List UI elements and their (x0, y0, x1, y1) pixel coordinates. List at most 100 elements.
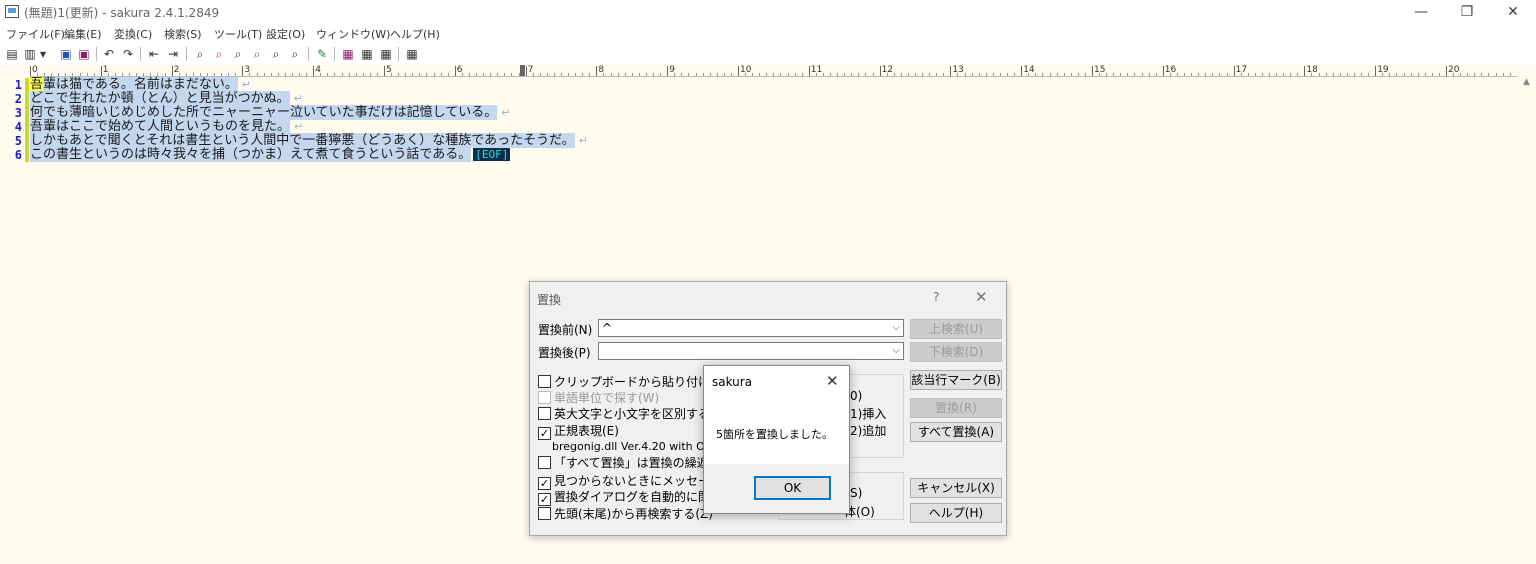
save-icon[interactable]: ▣ (58, 46, 74, 62)
search-down-button[interactable]: 下検索(D) (910, 342, 1002, 362)
ruler-minor-tick (1007, 73, 1009, 76)
menu-convert[interactable]: 変換(C) (114, 26, 152, 42)
text-line[interactable]: この書生というのは時々我々を捕（つかま）えて煮て食うという話である。 [EOF] (30, 147, 588, 162)
text-line[interactable]: 吾輩はここで始めて人間というものを見た。 ↵ (30, 119, 588, 134)
ruler-minor-tick (405, 73, 407, 76)
checkbox-box[interactable] (538, 375, 551, 388)
column-ruler[interactable]: 0 1 2 3 4 5 6 7 8 9 10 11 12 13 14 15 16 17 18 19 20 (30, 65, 1518, 77)
checkbox-box[interactable] (538, 507, 551, 520)
save-all-icon[interactable]: ▣ (76, 46, 92, 62)
ruler-minor-tick (320, 73, 322, 76)
new-file-icon[interactable]: ▤ (4, 46, 20, 62)
checkbox-box[interactable] (538, 456, 551, 469)
menu-settings[interactable]: 設定(O) (266, 26, 305, 42)
check-icon[interactable]: ✓ (538, 477, 551, 490)
ruler-minor-tick (122, 73, 124, 76)
menu-file[interactable]: ファイル(F) (6, 26, 65, 42)
ruler-minor-tick (865, 73, 867, 76)
ruler-minor-tick (412, 73, 414, 76)
search-up-button[interactable]: 上検索(U) (910, 319, 1002, 339)
outline-icon[interactable]: ▦ (340, 46, 356, 62)
grep-icon[interactable]: ⌕ (268, 46, 284, 62)
menu-tools[interactable]: ツール(T) (214, 26, 262, 42)
restore-button[interactable]: ❐ (1444, 0, 1490, 24)
chevron-down-icon[interactable]: ⌵ (892, 320, 900, 336)
replace-icon[interactable]: ⌕ (249, 46, 265, 62)
text-line[interactable]: どこで生れたか頓（とん）と見当がつかぬ。 ↵ (30, 91, 588, 106)
ruler-major-tick (808, 66, 810, 76)
chevron-down-icon[interactable]: ⌵ (892, 343, 900, 359)
ok-button[interactable]: OK (754, 476, 831, 500)
ruler-minor-tick (971, 73, 973, 76)
menu-window[interactable]: ウィンドウ(W) (316, 26, 390, 42)
option-partial-s[interactable]: S) (850, 486, 862, 500)
cancel-button[interactable]: キャンセル(X) (910, 478, 1002, 498)
whole-word-checkbox[interactable]: 単語単位で探す(W) (538, 391, 659, 405)
ruler-minor-tick (1318, 73, 1320, 76)
find-prev-icon[interactable]: ⌕ (230, 46, 246, 62)
ruler-major-tick (100, 66, 102, 76)
mark-icon[interactable]: ✎ (314, 46, 330, 62)
replace-all-repeat-checkbox[interactable]: 「すべて置換」は置換の繰返し (538, 456, 721, 470)
check-icon[interactable]: ✓ (538, 427, 551, 440)
scroll-up-icon[interactable]: ▲ (1523, 77, 1530, 87)
redo-icon[interactable]: ↷ (120, 46, 136, 62)
checkbox-box[interactable] (538, 391, 551, 404)
paste-from-clipboard-checkbox[interactable]: クリップボードから貼り付ける( (538, 375, 727, 389)
undo-icon[interactable]: ↶ (101, 46, 117, 62)
ruler-minor-tick (1325, 73, 1327, 76)
ruler-minor-tick (589, 73, 591, 76)
menu-edit[interactable]: 編集(E) (64, 26, 102, 42)
regex-checkbox[interactable]: ✓ 正規表現(E) (538, 424, 619, 440)
ruler-minor-tick (1453, 73, 1455, 76)
text-line[interactable]: 吾輩は猫である。名前はまだない。 ↵ (30, 77, 588, 92)
bookmark-icon[interactable]: ▦ (378, 46, 394, 62)
help-button[interactable]: ヘルプ(H) (910, 503, 1002, 523)
ruler-minor-tick (985, 73, 987, 76)
replace-after-input[interactable]: ⌵ (598, 342, 904, 360)
checkbox-label: 置換ダイアログを自動的に閉 (554, 490, 711, 504)
text-line[interactable]: しかもあとで聞くとそれは書生という人間中で一番獰悪（どうあく）な種族であったそう… (30, 133, 588, 148)
jump-forward-icon[interactable]: ⇥ (165, 46, 181, 62)
compare-icon[interactable]: ▦ (359, 46, 375, 62)
help-icon[interactable]: ? (933, 290, 939, 304)
vertical-scrollbar[interactable]: ▲ (1519, 65, 1536, 564)
menu-help[interactable]: ヘルプ(H) (390, 26, 440, 42)
toolbar-separator (334, 47, 335, 61)
text-content[interactable]: 吾輩は猫である。名前はまだない。 ↵ どこで生れたか頓（とん）と見当がつかぬ。 ↵ … (30, 77, 588, 162)
ruler-minor-tick (136, 73, 138, 76)
open-file-icon[interactable]: ▥ (22, 46, 38, 62)
replace-before-input[interactable]: ^ ⌵ (598, 319, 904, 337)
jump-back-icon[interactable]: ⇤ (146, 46, 162, 62)
option-partial-insert[interactable]: 1)挿入 (850, 405, 886, 422)
mark-lines-button[interactable]: 該当行マーク(B) (910, 370, 1002, 390)
replace-button[interactable]: 置換(R) (910, 398, 1002, 418)
close-icon[interactable]: ✕ (826, 372, 839, 390)
option-partial-add[interactable]: 2)追加 (850, 422, 886, 439)
settings-icon[interactable]: ▦ (404, 46, 420, 62)
find-next-icon[interactable]: ⌕ (211, 46, 227, 62)
not-found-message-checkbox[interactable]: ✓ 見つからないときにメッセージ (538, 474, 722, 490)
auto-close-dialog-checkbox[interactable]: ✓ 置換ダイアログを自動的に閉 (538, 490, 710, 506)
text-line[interactable]: 何でも薄暗いじめじめした所でニャーニャー泣いていた事だけは記憶している。 ↵ (30, 105, 588, 120)
checkbox-box[interactable] (538, 407, 551, 420)
grep-replace-icon[interactable]: ⌕ (287, 46, 303, 62)
message-box: sakura ✕ 5箇所を置換しました。 OK (703, 365, 850, 514)
close-icon[interactable]: ✕ (975, 288, 988, 306)
menu-search[interactable]: 検索(S) (164, 26, 202, 42)
dialog-title: 置換 (537, 293, 562, 307)
check-icon[interactable]: ✓ (538, 493, 551, 506)
wrap-search-checkbox[interactable]: 先頭(末尾)から再検索する(Z) (538, 507, 713, 521)
close-window-button[interactable]: ✕ (1490, 0, 1536, 24)
minimize-button[interactable]: — (1398, 0, 1444, 24)
dropdown-arrow-icon[interactable]: ▾ (38, 46, 48, 62)
replace-all-button[interactable]: すべて置換(A) (910, 422, 1002, 442)
ruler-minor-tick (1269, 73, 1270, 76)
ruler-minor-tick (327, 73, 329, 76)
find-icon[interactable]: ⌕ (192, 46, 208, 62)
ruler-minor-tick (645, 73, 647, 76)
ruler-minor-tick (1424, 73, 1426, 76)
ruler-minor-tick (58, 73, 60, 76)
newline-mark-icon: ↵ (241, 78, 252, 91)
case-sensitive-checkbox[interactable]: 英大文字と小文字を区別する( (538, 407, 715, 421)
